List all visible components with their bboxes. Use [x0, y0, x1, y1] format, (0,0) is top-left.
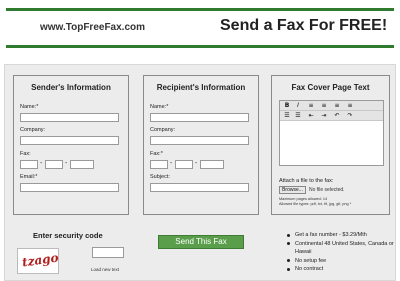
sender-fax-area-code[interactable] — [20, 160, 38, 169]
sender-email-label: Email:* — [20, 174, 38, 180]
security-code-title: Enter security code — [33, 231, 103, 240]
recipient-company-input[interactable] — [150, 136, 249, 145]
recipient-fax-dash-2: - — [195, 160, 198, 167]
load-new-text-link[interactable]: Load new text — [91, 267, 119, 272]
recipient-panel-title: Recipient's Information — [156, 83, 246, 92]
sender-name-input[interactable] — [20, 113, 119, 122]
sender-fax-prefix[interactable] — [45, 160, 63, 169]
captcha-text: tzago — [21, 250, 59, 270]
bold-button[interactable]: B — [283, 102, 291, 109]
sender-company-input[interactable] — [20, 136, 119, 145]
fax-number-promo: Get a fax number - $3.29/Mth Continental… — [285, 231, 395, 274]
recipient-name-input[interactable] — [150, 113, 249, 122]
promo-item: Continental 48 United States, Canada or … — [285, 240, 395, 257]
bullet-list-button[interactable]: ☰ — [283, 112, 291, 119]
cover-panel-title: Fax Cover Page Text — [291, 83, 370, 92]
align-right-button[interactable]: ≡ — [333, 102, 341, 109]
captcha-image: tzago — [17, 248, 59, 274]
numbered-list-button[interactable]: ☰ — [294, 112, 302, 119]
captcha-input[interactable] — [92, 247, 124, 258]
send-fax-button[interactable]: Send This Fax — [158, 235, 244, 249]
align-center-button[interactable]: ≡ — [320, 102, 328, 109]
file-status-text: No file selected. — [309, 187, 345, 193]
recipient-company-label: Company: — [150, 127, 176, 133]
recipient-fax-label: Fax:* — [150, 151, 163, 157]
outdent-button[interactable]: ⇤ — [307, 112, 315, 119]
italic-button[interactable]: I — [294, 102, 302, 109]
fax-form: Sender's Information Name:* Company: Fax… — [4, 64, 396, 281]
cover-text-editor[interactable]: B I ≡ ≡ ≡ ≡ ☰ ☰ ⇤ ⇥ ↶ ↷ — [279, 100, 384, 166]
sender-panel-title: Sender's Information — [31, 83, 111, 92]
promo-item: No contract — [285, 265, 395, 274]
sender-company-label: Company: — [20, 127, 46, 133]
sender-email-input[interactable] — [20, 183, 119, 192]
allowed-types-note: Allowed file types: pdf, txt, tif, jpg, … — [279, 202, 352, 206]
recipient-fax-dash-1: - — [170, 160, 173, 167]
browse-button[interactable]: Browse... — [279, 186, 306, 194]
redo-button[interactable]: ↷ — [346, 112, 354, 119]
sender-name-label: Name:* — [20, 104, 39, 110]
cover-panel: Fax Cover Page Text B I ≡ ≡ ≡ ≡ ☰ ☰ ⇤ ⇥ … — [271, 75, 390, 215]
recipient-panel: Recipient's Information Name:* Company: … — [143, 75, 259, 215]
align-left-button[interactable]: ≡ — [307, 102, 315, 109]
sender-fax-dash-2: - — [65, 160, 68, 167]
promo-item: No setup fee — [285, 257, 395, 266]
site-url[interactable]: www.TopFreeFax.com — [40, 22, 145, 33]
header: www.TopFreeFax.com Send a Fax For FREE! — [0, 0, 400, 60]
tagline: Send a Fax For FREE! — [220, 17, 388, 34]
recipient-name-label: Name:* — [150, 104, 169, 110]
recipient-subject-label: Subject: — [150, 174, 170, 180]
sender-fax-dash-1: - — [40, 160, 43, 167]
header-rule-top — [6, 8, 394, 11]
promo-item[interactable]: Get a fax number - $3.29/Mth — [285, 231, 395, 240]
editor-toolbar-row-1: B I ≡ ≡ ≡ ≡ — [280, 101, 383, 111]
recipient-fax-prefix[interactable] — [175, 160, 193, 169]
sender-fax-label: Fax: — [20, 151, 31, 157]
justify-button[interactable]: ≡ — [346, 102, 354, 109]
recipient-fax-area-code[interactable] — [150, 160, 168, 169]
editor-toolbar-row-2: ☰ ☰ ⇤ ⇥ ↶ ↷ — [280, 111, 383, 121]
max-pages-note: Maximum pages allowed: 14 — [279, 197, 328, 201]
indent-button[interactable]: ⇥ — [320, 112, 328, 119]
recipient-fax-number[interactable] — [200, 160, 224, 169]
recipient-subject-input[interactable] — [150, 183, 249, 192]
header-rule-bottom — [6, 45, 394, 48]
attach-file-label: Attach a file to the fax: — [279, 178, 334, 184]
sender-fax-number[interactable] — [70, 160, 94, 169]
undo-button[interactable]: ↶ — [333, 112, 341, 119]
sender-panel: Sender's Information Name:* Company: Fax… — [13, 75, 129, 215]
